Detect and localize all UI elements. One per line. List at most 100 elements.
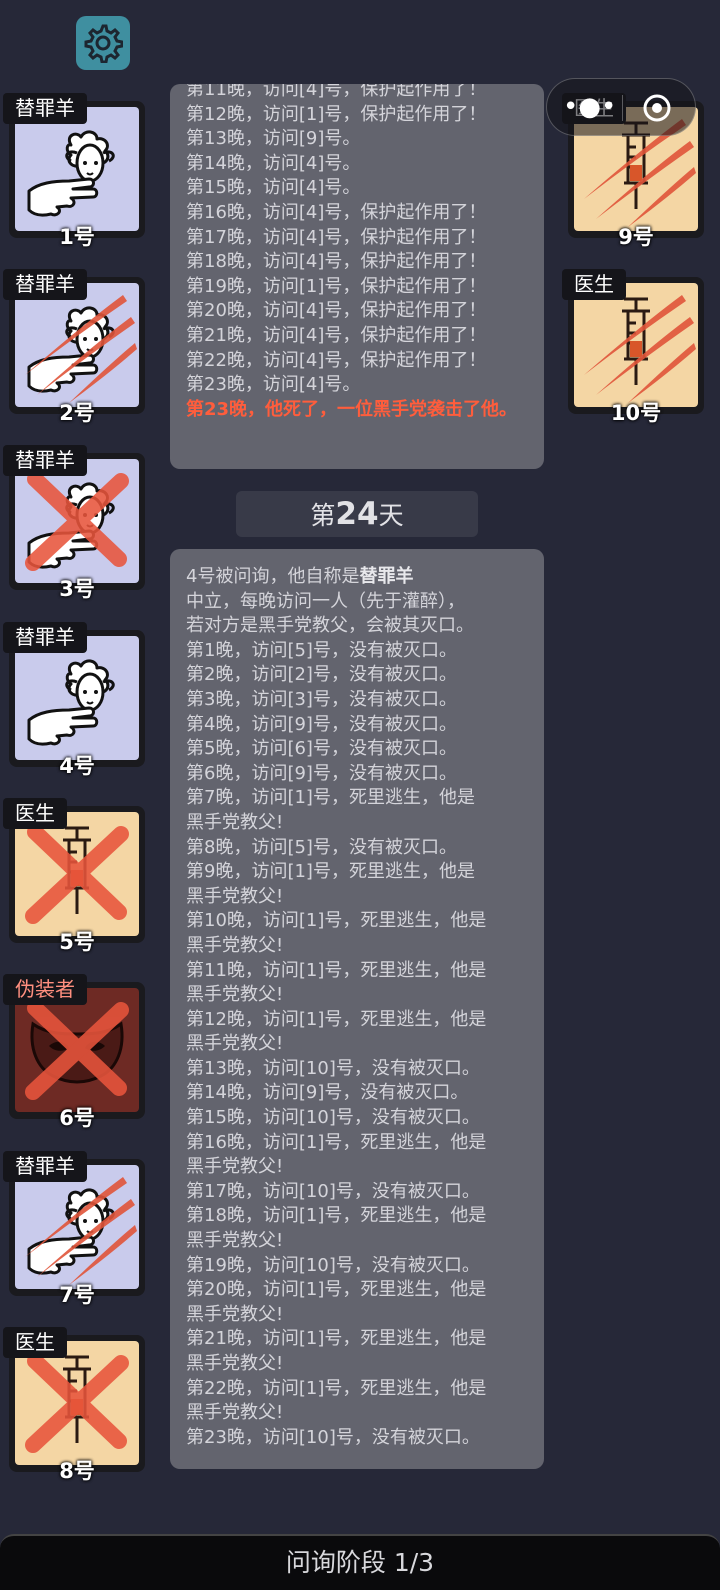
syringe-icon (574, 283, 698, 407)
log-line: 第16晚，访问[1]号，死里逃生，他是 (186, 1131, 487, 1153)
player-number: 4号 (59, 754, 95, 778)
sheep-pointing-icon (15, 459, 139, 583)
player-number: 8号 (59, 1459, 95, 1483)
sheep-pointing-icon (15, 636, 139, 760)
role-label: 替罪羊 (3, 622, 87, 653)
log-line: 第21晚，访问[1]号，死里逃生，他是 (186, 1328, 487, 1350)
log-line: 黑手党教父! (186, 1156, 284, 1178)
settings-button[interactable] (76, 16, 130, 70)
role-label: 伪装者 (3, 974, 87, 1005)
player-card-5[interactable]: 医生 5号 (3, 798, 145, 954)
syringe-icon (15, 1341, 139, 1465)
log-line: 第11晚，访问[1]号，死里逃生，他是 (186, 959, 487, 981)
role-label: 替罪羊 (3, 93, 87, 124)
log-line: 第19晚，访问[10]号，没有被灭口。 (186, 1254, 480, 1276)
log-line: 第2晚，访问[2]号，没有被灭口。 (186, 664, 457, 686)
log-line: 第14晚，访问[4]号。 (186, 152, 361, 174)
claw-scratch-mark (25, 295, 137, 403)
player-card-7[interactable]: 替罪羊 7号 (3, 1151, 145, 1307)
player-card-10[interactable]: 医生 10号 (562, 269, 704, 425)
player-card-4[interactable]: 替罪羊 4号 (3, 622, 145, 778)
log-line: 第13晚，访问[9]号。 (186, 128, 361, 150)
log-line: 第21晚，访问[4]号，保护起作用了！ (186, 324, 487, 346)
player-card-6[interactable]: 伪装者 6号 (3, 974, 145, 1130)
log-line: 黑手党教父! (186, 811, 284, 833)
log-line: 黑手党教父! (186, 1303, 284, 1325)
log-line: 第9晚，访问[1]号，死里逃生，他是 (186, 861, 475, 883)
log-line: 第22晚，访问[1]号，死里逃生，他是 (186, 1377, 487, 1399)
log-line: 第8晚，访问[5]号，没有被灭口。 (186, 836, 457, 858)
log-line: 黑手党教父! (186, 1353, 284, 1374)
log-line: 黑手党教父! (186, 984, 284, 1006)
log-line: 第11晚，访问[4]号，保护起作用了！ (186, 84, 487, 100)
eliminated-cross-mark (25, 471, 129, 571)
player-number: 2号 (59, 401, 95, 425)
log-line: 第22晚，访问[4]号，保护起作用了！ (186, 349, 487, 371)
role-label: 替罪羊 (3, 269, 87, 300)
gear-icon (84, 24, 123, 63)
claw-scratch-mark (25, 1177, 137, 1285)
player-number: 6号 (59, 1106, 95, 1130)
log-line: 黑手党教父! (186, 1230, 284, 1252)
capsule-divider (622, 95, 623, 121)
interrogation-log-bubble: 4号被问询，他自称是替罪羊 中立，每晚访问一人（先于灌醉）， 若对方是黑手党教父，… (170, 549, 544, 1469)
more-dots-icon[interactable]: •●• (563, 92, 616, 122)
eliminated-cross-mark (25, 1353, 129, 1453)
log-line: 第19晚，访问[1]号，保护起作用了！ (186, 275, 487, 297)
log-line: 第3晚，访问[3]号，没有被灭口。 (186, 688, 457, 710)
log-line: 第23晚，访问[4]号。 (186, 374, 361, 396)
player-number: 9号 (618, 225, 654, 249)
log-line: 第15晚，访问[4]号。 (186, 177, 361, 199)
target-close-icon[interactable] (642, 93, 672, 123)
log-line: 第13晚，访问[10]号，没有被灭口。 (186, 1057, 480, 1079)
claimed-role: 替罪羊 (359, 566, 414, 587)
player-number: 3号 (59, 577, 95, 601)
log-line: 第14晚，访问[9]号，没有被灭口。 (186, 1082, 469, 1104)
mask-icon (15, 988, 139, 1112)
log-line: 第5晚，访问[6]号，没有被灭口。 (186, 738, 457, 760)
log-line: 黑手党教父! (186, 885, 284, 907)
sheep-pointing-icon (15, 107, 139, 231)
log-line: 第4晚，访问[9]号，没有被灭口。 (186, 713, 457, 735)
log-line: 黑手党教父! (186, 1033, 284, 1055)
role-label: 医生 (3, 798, 67, 829)
log-line: 第18晚，访问[4]号，保护起作用了！ (186, 251, 487, 273)
log-line: 若对方是黑手党教父，会被其灭口。 (186, 615, 474, 637)
log-line: 黑手党教父! (186, 1402, 284, 1424)
log-line: 第17晚，访问[4]号，保护起作用了！ (186, 226, 487, 248)
player-card-3[interactable]: 替罪羊 3号 (3, 445, 145, 601)
log-line: 第1晚，访问[5]号，没有被灭口。 (186, 639, 457, 661)
role-label: 替罪羊 (3, 1151, 87, 1182)
role-label: 医生 (562, 269, 626, 300)
log-line: 第10晚，访问[1]号，死里逃生，他是 (186, 910, 487, 932)
night-log-bubble-previous: 第11晚，访问[4]号，保护起作用了！ 第12晚，访问[1]号，保护起作用了！ 第1… (170, 84, 544, 469)
log-line: 第15晚，访问[10]号，没有被灭口。 (186, 1107, 480, 1129)
sheep-pointing-icon (15, 283, 139, 407)
log-line: 第17晚，访问[10]号，没有被灭口。 (186, 1180, 480, 1202)
claw-scratch-mark (584, 295, 696, 403)
log-line: 第12晚，访问[1]号，保护起作用了！ (186, 103, 487, 125)
interrogation-intro: 4号被问询，他自称是替罪羊 (186, 566, 414, 587)
day-number: 24 (335, 496, 379, 532)
eliminated-cross-mark (25, 1000, 129, 1100)
log-line: 第16晚，访问[4]号，保护起作用了！ (186, 201, 487, 223)
player-card-2[interactable]: 替罪羊 2号 (3, 269, 145, 425)
log-line: 黑手党教父! (186, 934, 284, 956)
log-line: 第20晚，访问[1]号，死里逃生，他是 (186, 1279, 487, 1301)
player-card-1[interactable]: 替罪羊 1号 (3, 93, 145, 249)
log-line: 第7晚，访问[1]号，死里逃生，他是 (186, 787, 475, 809)
log-line: 第20晚，访问[4]号，保护起作用了！ (186, 300, 487, 322)
day-badge: 第24天 (236, 491, 478, 537)
miniprogram-capsule: •●• (546, 78, 696, 136)
log-line: 第12晚，访问[1]号，死里逃生，他是 (186, 1008, 487, 1030)
log-line: 第18晚，访问[1]号，死里逃生，他是 (186, 1205, 487, 1227)
death-message: 第23晚，他死了，一位黑手党袭击了他。 (186, 398, 518, 420)
player-number: 7号 (59, 1283, 95, 1307)
log-line: 中立，每晚访问一人（先于灌醉）， (186, 590, 465, 612)
role-label: 替罪羊 (3, 445, 87, 476)
player-number: 10号 (610, 401, 662, 425)
player-number: 1号 (59, 225, 95, 249)
log-line: 第23晚，访问[10]号，没有被灭口。 (186, 1426, 480, 1448)
log-line: 第6晚，访问[9]号，没有被灭口。 (186, 762, 457, 784)
player-card-8[interactable]: 医生 8号 (3, 1327, 145, 1483)
